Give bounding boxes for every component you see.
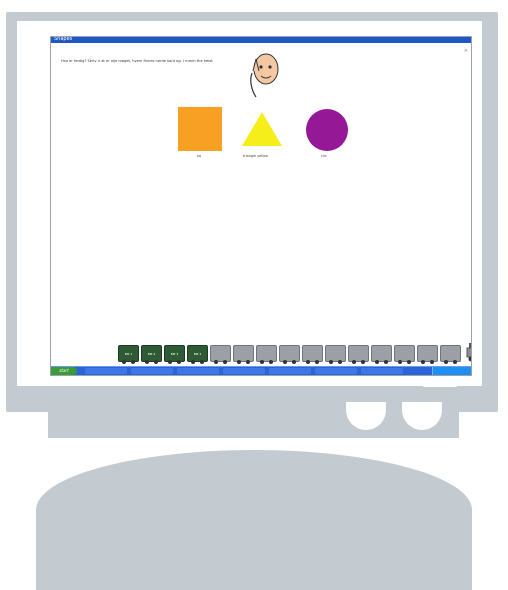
triangle-label: triangle yellow [243, 154, 268, 158]
train-car[interactable] [302, 345, 323, 364]
system-tray[interactable] [432, 367, 471, 375]
taskbar: start [51, 366, 471, 375]
monitor-stand-base [36, 450, 472, 590]
taskbar-item[interactable] [131, 368, 173, 374]
window-title: Shapes [54, 36, 73, 42]
monitor-stand-neck [48, 412, 459, 438]
avatar-face-icon [250, 53, 279, 98]
taskbar-item[interactable] [361, 368, 403, 374]
locomotive-icon [465, 342, 471, 362]
yellow-triangle-shape[interactable] [242, 112, 282, 146]
train-car[interactable]: BM 2 [141, 345, 162, 364]
train: BM 1 BM 2 BM 3 BM 4 [118, 340, 471, 364]
monitor-power-button [423, 377, 457, 387]
taskbar-item[interactable] [223, 368, 265, 374]
purple-circle-shape[interactable] [306, 109, 348, 151]
taskbar-item[interactable] [269, 368, 311, 374]
train-car[interactable] [371, 345, 392, 364]
train-car[interactable] [279, 345, 300, 364]
taskbar-item[interactable] [85, 368, 127, 374]
train-car[interactable] [256, 345, 277, 364]
train-car[interactable] [417, 345, 438, 364]
train-car[interactable] [325, 345, 346, 364]
train-car[interactable]: BM 1 [118, 345, 139, 364]
window-titlebar[interactable]: Shapes [51, 37, 471, 43]
screen: Shapes × Hva er ferdig? Skriv ri at er o… [50, 36, 472, 376]
circle-label: circ [321, 154, 327, 158]
train-car[interactable] [233, 345, 254, 364]
train-car[interactable] [440, 345, 461, 364]
square-label: sq [197, 154, 201, 158]
train-car[interactable] [394, 345, 415, 364]
start-button[interactable]: start [51, 367, 77, 375]
taskbar-item[interactable] [315, 368, 357, 374]
train-car[interactable] [210, 345, 231, 364]
orange-square-shape[interactable] [178, 107, 222, 151]
train-car[interactable] [348, 345, 369, 364]
train-car[interactable]: BM 4 [187, 345, 208, 364]
train-car[interactable]: BM 3 [164, 345, 185, 364]
close-icon[interactable]: × [464, 48, 468, 54]
question-text: Hva er ferdig? Skriv ri at er olje maget… [61, 59, 213, 63]
taskbar-item[interactable] [177, 368, 219, 374]
